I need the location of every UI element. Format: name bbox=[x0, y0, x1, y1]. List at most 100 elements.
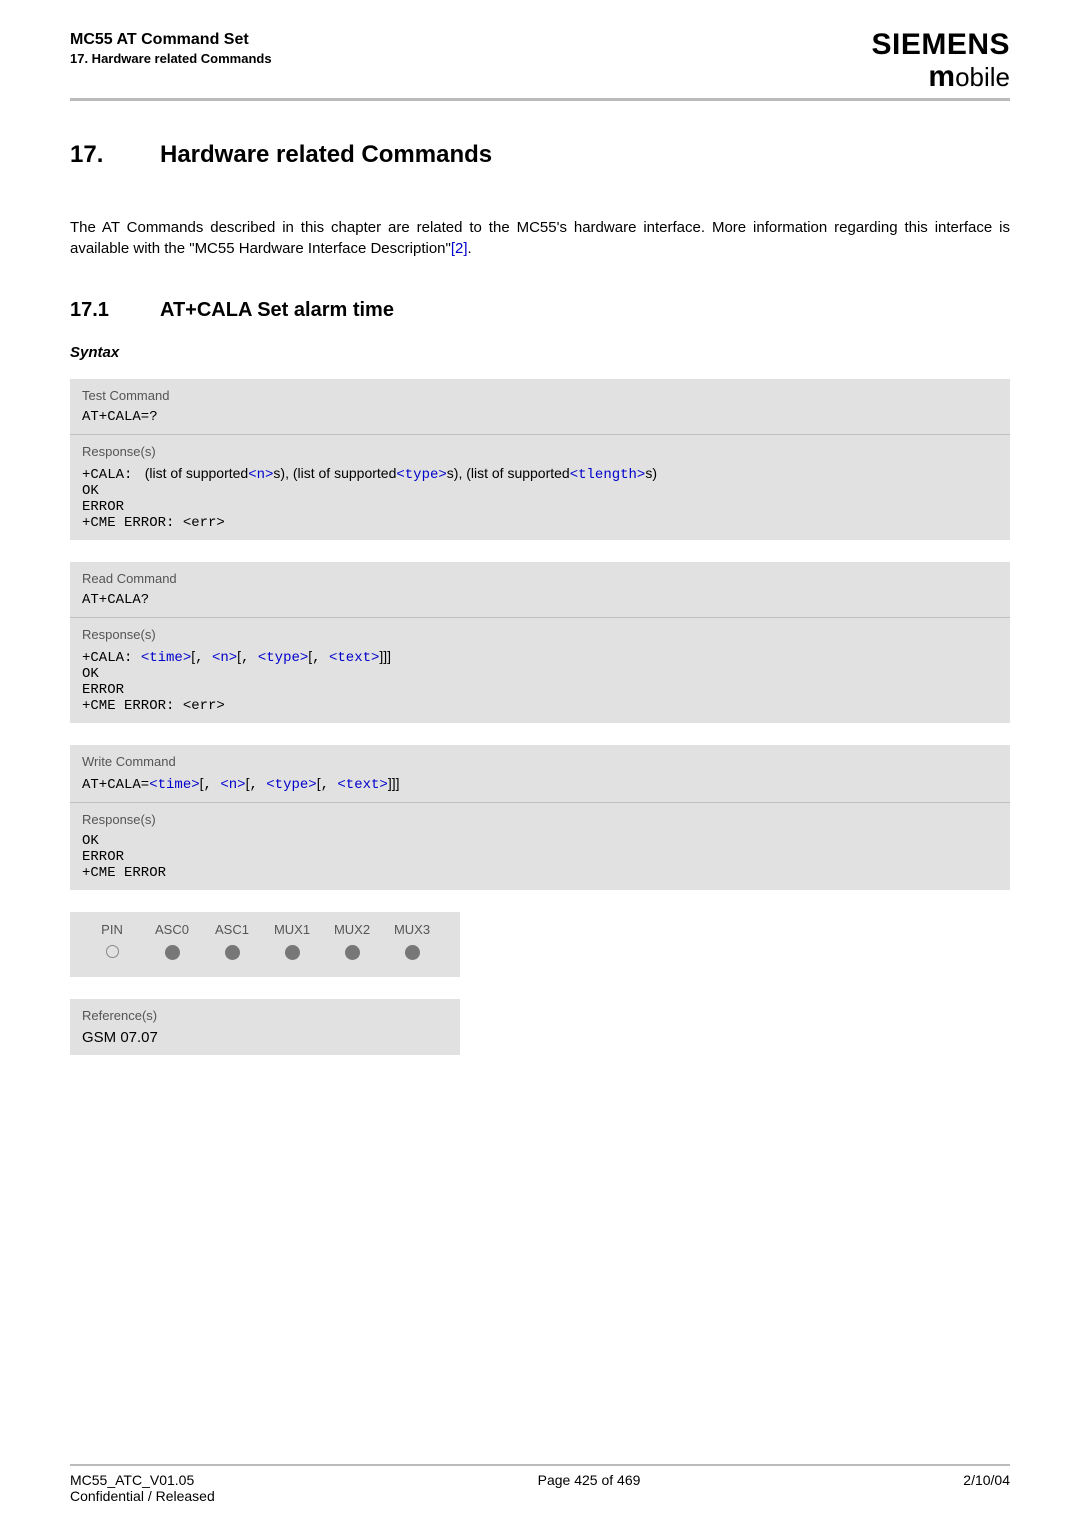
intro-text-2: . bbox=[468, 240, 472, 257]
intro-text-1: The AT Commands described in this chapte… bbox=[70, 219, 1010, 257]
applicability-value-row bbox=[82, 945, 448, 971]
param-n-w: <n> bbox=[220, 777, 245, 793]
circle-empty-icon bbox=[106, 945, 119, 958]
col-asc1: ASC1 bbox=[202, 922, 262, 937]
section-title: AT+CALA Set alarm time bbox=[160, 299, 394, 321]
test-cme-error: +CME ERROR: <err> bbox=[82, 515, 998, 531]
chapter-title: Hardware related Commands bbox=[160, 141, 492, 168]
siemens-wordmark: SIEMENS bbox=[871, 30, 1010, 60]
doc-version: MC55_ATC_V01.05 bbox=[70, 1472, 215, 1488]
c1: , bbox=[195, 650, 212, 666]
c2: , bbox=[241, 650, 258, 666]
param-tlength: <tlength> bbox=[570, 467, 646, 483]
txt-1b: (list of supported bbox=[141, 465, 248, 481]
wc3: , bbox=[321, 777, 338, 793]
col-mux1: MUX1 bbox=[262, 922, 322, 937]
test-ok: OK bbox=[82, 483, 998, 499]
doc-date: 2/10/04 bbox=[963, 1472, 1010, 1504]
pin-value bbox=[82, 945, 142, 963]
write-response-heading: Response(s) bbox=[82, 812, 998, 827]
write-error: ERROR bbox=[82, 849, 998, 865]
wc2: , bbox=[249, 777, 266, 793]
section-number: 17.1 bbox=[70, 299, 160, 322]
mux3-value bbox=[382, 945, 442, 963]
page-footer: MC55_ATC_V01.05 Confidential / Released … bbox=[70, 1460, 1010, 1504]
read-response-line1: +CALA: <time>[, <n>[, <type>[, <text>]]] bbox=[82, 648, 998, 666]
asc1-value bbox=[202, 945, 262, 963]
brand-logo: SIEMENS mobile bbox=[871, 30, 1010, 92]
footer-left: MC55_ATC_V01.05 Confidential / Released bbox=[70, 1472, 215, 1504]
param-text: <text> bbox=[329, 650, 379, 666]
param-type-2: <type> bbox=[258, 650, 308, 666]
section-heading: 17.1AT+CALA Set alarm time bbox=[70, 299, 1010, 322]
param-type: <type> bbox=[396, 467, 446, 483]
param-type-w: <type> bbox=[266, 777, 316, 793]
test-command-cmd: AT+CALA=? bbox=[82, 409, 998, 425]
footer-rule bbox=[70, 1464, 1010, 1466]
intro-paragraph: The AT Commands described in this chapte… bbox=[70, 217, 1010, 259]
col-pin: PIN bbox=[82, 922, 142, 937]
read-response-heading: Response(s) bbox=[82, 627, 998, 642]
test-command-block: Test Command AT+CALA=? Response(s) +CALA… bbox=[70, 379, 1010, 540]
doc-title: MC55 AT Command Set bbox=[70, 30, 272, 51]
c3: , bbox=[312, 650, 329, 666]
mobile-rest: obile bbox=[955, 62, 1010, 92]
col-mux2: MUX2 bbox=[322, 922, 382, 937]
param-time-w: <time> bbox=[149, 777, 199, 793]
references-heading: Reference(s) bbox=[82, 1008, 448, 1023]
cala-prefix: +CALA: bbox=[82, 467, 141, 483]
write-pre: AT+CALA= bbox=[82, 777, 149, 793]
write-command-heading: Write Command bbox=[82, 754, 998, 769]
col-mux3: MUX3 bbox=[382, 922, 442, 937]
mobile-wordmark: mobile bbox=[871, 62, 1010, 92]
write-ok: OK bbox=[82, 833, 998, 849]
references-block: Reference(s) GSM 07.07 bbox=[70, 999, 460, 1055]
test-command-heading: Test Command bbox=[82, 388, 998, 403]
applicability-table: PIN ASC0 ASC1 MUX1 MUX2 MUX3 bbox=[70, 912, 460, 977]
syntax-label: Syntax bbox=[70, 344, 1010, 361]
mobile-m: m bbox=[928, 60, 955, 93]
circle-filled-icon bbox=[345, 945, 360, 960]
circle-filled-icon bbox=[165, 945, 180, 960]
read-command-heading: Read Command bbox=[82, 571, 998, 586]
test-response-line1: +CALA: (list of supported<n>s), (list of… bbox=[82, 465, 998, 483]
doc-confidentiality: Confidential / Released bbox=[70, 1488, 215, 1504]
txt-1e: s) bbox=[645, 465, 657, 481]
chapter-number: 17. bbox=[70, 141, 160, 169]
read-ok: OK bbox=[82, 666, 998, 682]
doc-section: 17. Hardware related Commands bbox=[70, 51, 272, 68]
header-rule bbox=[70, 98, 1010, 101]
circle-filled-icon bbox=[285, 945, 300, 960]
references-value: GSM 07.07 bbox=[82, 1029, 448, 1046]
page-header: MC55 AT Command Set 17. Hardware related… bbox=[70, 30, 1010, 92]
page-number: Page 425 of 469 bbox=[538, 1472, 641, 1504]
chapter-heading: 17.Hardware related Commands bbox=[70, 141, 1010, 169]
wc1: , bbox=[204, 777, 221, 793]
circle-filled-icon bbox=[225, 945, 240, 960]
read-error: ERROR bbox=[82, 682, 998, 698]
read-command-cmd: AT+CALA? bbox=[82, 592, 998, 608]
param-n-2: <n> bbox=[212, 650, 237, 666]
wbr4: ]]] bbox=[388, 775, 400, 791]
read-cme-error: +CME ERROR: <err> bbox=[82, 698, 998, 714]
test-response-heading: Response(s) bbox=[82, 444, 998, 459]
param-time: <time> bbox=[141, 650, 191, 666]
write-cme-error: +CME ERROR bbox=[82, 865, 998, 881]
reference-link[interactable]: [2] bbox=[451, 240, 468, 257]
param-text-w: <text> bbox=[337, 777, 387, 793]
test-error: ERROR bbox=[82, 499, 998, 515]
cala-prefix-2: +CALA: bbox=[82, 650, 141, 666]
write-command-block: Write Command AT+CALA=<time>[, <n>[, <ty… bbox=[70, 745, 1010, 890]
br4: ]]] bbox=[379, 648, 391, 664]
circle-filled-icon bbox=[405, 945, 420, 960]
write-command-cmd: AT+CALA=<time>[, <n>[, <type>[, <text>]]… bbox=[82, 775, 998, 793]
txt-1d: s), (list of supported bbox=[447, 465, 570, 481]
txt-1c: s), (list of supported bbox=[273, 465, 396, 481]
read-command-block: Read Command AT+CALA? Response(s) +CALA:… bbox=[70, 562, 1010, 723]
header-left: MC55 AT Command Set 17. Hardware related… bbox=[70, 30, 272, 68]
col-asc0: ASC0 bbox=[142, 922, 202, 937]
mux2-value bbox=[322, 945, 382, 963]
applicability-header-row: PIN ASC0 ASC1 MUX1 MUX2 MUX3 bbox=[82, 922, 448, 945]
asc0-value bbox=[142, 945, 202, 963]
mux1-value bbox=[262, 945, 322, 963]
